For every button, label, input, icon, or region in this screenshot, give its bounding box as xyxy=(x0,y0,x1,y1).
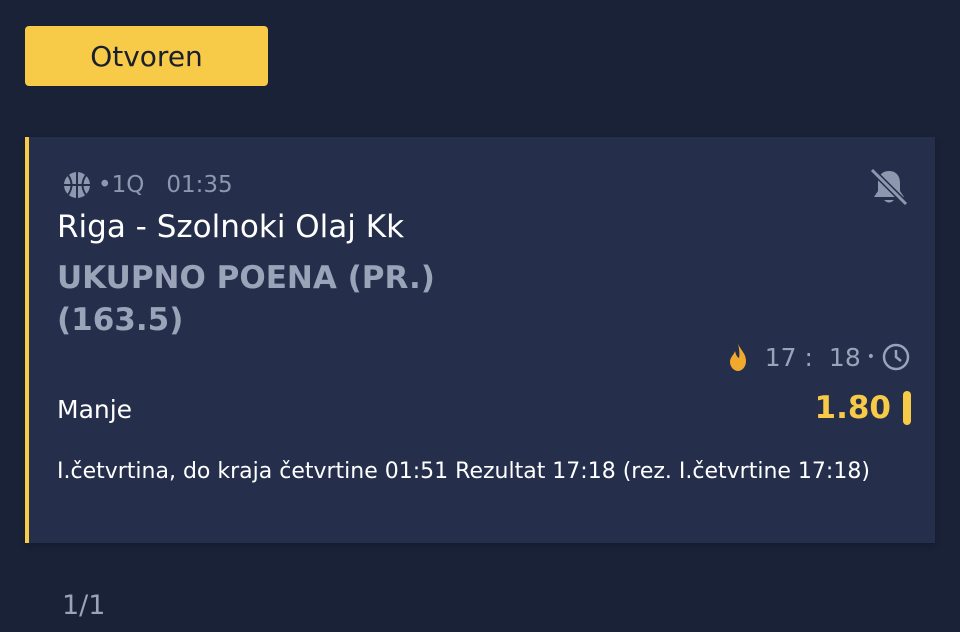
match-meta: •1Q 01:35 xyxy=(62,170,233,200)
match-time: 01:35 xyxy=(166,172,233,198)
odds-indicator xyxy=(903,391,911,425)
score-separator: • xyxy=(866,349,875,365)
odds-value: 1.80 xyxy=(814,390,892,426)
odds-display: 1.80 xyxy=(814,390,911,426)
pagination-indicator: 1/1 xyxy=(62,590,106,621)
clock-icon xyxy=(882,343,910,371)
match-title: Riga - Szolnoki Olaj Kk xyxy=(57,209,405,245)
bet-card[interactable]: •1Q 01:35 Riga - Szolnoki Olaj Kk UKUPNO… xyxy=(25,137,935,543)
flame-icon xyxy=(729,343,746,371)
score-away: 18 xyxy=(828,342,861,372)
basketball-icon xyxy=(64,172,90,198)
bell-off-icon[interactable] xyxy=(867,165,911,209)
market-line: (163.5) xyxy=(57,302,184,338)
bet-ticket-screen: Otvoren •1Q 01:35 Riga - Szolnoki Olaj K… xyxy=(0,0,960,632)
match-period: •1Q xyxy=(98,172,145,198)
bet-description: I.četvrtina, do kraja četvrtine 01:51 Re… xyxy=(57,459,870,484)
live-score: 17 : 18 • xyxy=(727,342,911,372)
market-info: UKUPNO POENA (PR.) (163.5) xyxy=(57,257,435,341)
market-name: UKUPNO POENA (PR.) xyxy=(57,260,435,296)
status-label: Otvoren xyxy=(90,39,203,73)
status-badge[interactable]: Otvoren xyxy=(25,26,268,86)
selection-label: Manje xyxy=(57,395,133,424)
score-home: 17 : xyxy=(764,342,813,372)
